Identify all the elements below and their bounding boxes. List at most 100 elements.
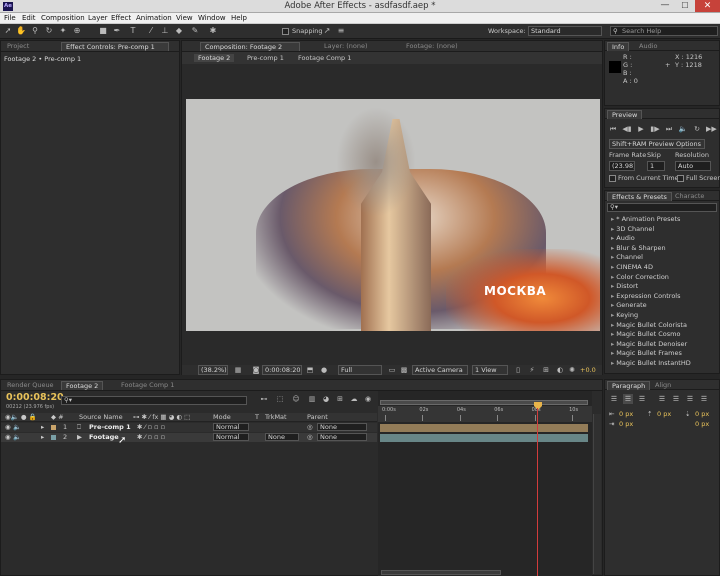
layer-trkmat-select[interactable]: None [265, 433, 299, 441]
justify-center-icon[interactable]: ☰ [671, 394, 681, 404]
time-ruler[interactable]: 0:00s02s04s06s08s10s [378, 406, 592, 422]
full-screen-checkbox[interactable] [677, 175, 684, 182]
pan-behind-tool-icon[interactable]: ⊕ [72, 26, 82, 36]
comp-viewer[interactable]: МОСКВА [186, 99, 600, 331]
loop-icon[interactable]: ↻ [692, 124, 702, 134]
layer-row[interactable]: ◉ 🔈 ▸ 1 ⎕ Pre-comp 1 ✱ ⁄ ▫ ▫ ▫ Normal ◎ None [1, 423, 377, 432]
indent-left-value[interactable]: 0 px [619, 410, 633, 419]
effect-category-item[interactable]: ▸ CINEMA 4D [611, 263, 653, 273]
tab-paragraph[interactable]: Paragraph [607, 381, 651, 390]
first-frame-icon[interactable]: ⏮ [608, 124, 618, 134]
snap-lines-icon[interactable]: ≡ [336, 26, 346, 36]
first-line-value[interactable]: 0 px [657, 410, 671, 419]
expand-triangle-icon[interactable]: ▸ [611, 340, 614, 348]
brainstorm-icon[interactable]: ◉ [363, 394, 373, 404]
justify-all-icon[interactable]: ☰ [699, 394, 709, 404]
selection-tool-icon[interactable]: ➚ [3, 26, 13, 36]
space-after-value[interactable]: 0 px [695, 420, 709, 429]
indent-right-value[interactable]: 0 px [619, 420, 633, 429]
snapshot-camera-icon[interactable]: ◙ [252, 365, 260, 375]
tab-composition[interactable]: Composition: Footage 2 [200, 42, 300, 51]
graph-editor-icon[interactable]: ⊞ [335, 394, 345, 404]
from-current-checkbox[interactable] [609, 175, 616, 182]
expand-triangle-icon[interactable]: ▸ [611, 263, 614, 271]
tab-footage[interactable]: Footage: (none) [402, 42, 462, 51]
audio-speaker-icon[interactable]: 🔈 [13, 433, 21, 442]
rotate-tool-icon[interactable]: ↻ [44, 26, 54, 36]
effect-category-item[interactable]: ▸ Blur & Sharpen [611, 244, 666, 254]
label-color-swatch[interactable] [51, 435, 56, 440]
frame-blending-icon[interactable]: ▥ [307, 394, 317, 404]
justify-left-icon[interactable]: ☰ [657, 394, 667, 404]
minimize-button[interactable]: — [655, 0, 675, 12]
expand-layer-icon[interactable]: ▸ [41, 423, 44, 432]
camera-tool-icon[interactable]: ✦ [58, 26, 68, 36]
grid-toggle-icon[interactable]: ▦ [234, 365, 242, 375]
effect-category-item[interactable]: ▸ * Animation Presets [611, 215, 680, 225]
zoom-tool-icon[interactable]: ⚲ [30, 26, 40, 36]
expand-triangle-icon[interactable]: ▸ [611, 234, 614, 242]
expand-triangle-icon[interactable]: ▸ [611, 301, 614, 309]
pickwhip-icon[interactable]: ◎ [307, 433, 313, 442]
timeline-search-field[interactable]: ⚲▾ [61, 396, 247, 405]
pickwhip-icon[interactable]: ◎ [307, 423, 313, 432]
brush-tool-icon[interactable]: ⁄ [146, 26, 156, 36]
timeline-timecode[interactable]: 0:00:08:20 [6, 392, 64, 403]
prev-frame-icon[interactable]: ◀▮ [622, 124, 632, 134]
align-left-icon[interactable]: ☰ [609, 394, 619, 404]
snap-options-icon[interactable]: ↗ [322, 26, 332, 36]
visibility-eye-icon[interactable]: ◉ [5, 423, 11, 432]
tab-audio[interactable]: Audio [635, 42, 661, 51]
menu-composition[interactable]: Composition [41, 14, 85, 22]
play-icon[interactable]: ▶ [636, 124, 646, 134]
region-interest-icon[interactable]: ▭ [388, 365, 396, 375]
ram-preview-icon[interactable]: ▶▶ [706, 124, 717, 134]
expand-triangle-icon[interactable]: ▸ [611, 225, 614, 233]
expand-triangle-icon[interactable]: ▸ [611, 330, 614, 338]
frame-rate-field[interactable]: (23.98) [609, 161, 635, 171]
effect-category-item[interactable]: ▸ Magic Bullet Denoiser [611, 340, 687, 350]
layer-mode-select[interactable]: Normal [213, 423, 249, 431]
tab-info[interactable]: Info [607, 42, 630, 51]
toggle-pixel-icon[interactable]: ▯ [514, 365, 522, 375]
skip-field[interactable]: 1 [647, 161, 665, 171]
layer-switch-icons[interactable]: ✱ ⁄ ▫ ▫ ▫ [137, 433, 165, 442]
expand-triangle-icon[interactable]: ▸ [611, 359, 614, 367]
layer-row[interactable]: ◉ 🔈 ▸ 2 ▶ Footage ✱ ⁄ ▫ ▫ ▫ Normal None ◎ None [1, 433, 377, 442]
tab-preview[interactable]: Preview [607, 110, 643, 119]
align-center-icon[interactable]: ☰ [623, 394, 633, 404]
exposure-icon[interactable]: ✺ [568, 365, 576, 375]
menu-file[interactable]: File [4, 14, 16, 22]
exposure-value[interactable]: +0.0 [580, 366, 596, 374]
last-frame-icon[interactable]: ⏭ [664, 124, 674, 134]
camera-select[interactable]: Active Camera [412, 365, 468, 375]
search-help-field[interactable]: ⚲ Search Help [610, 26, 718, 36]
fast-preview-icon[interactable]: ⚡ [528, 365, 536, 375]
roto-brush-tool-icon[interactable]: ✎ [190, 26, 200, 36]
label-color-swatch[interactable] [51, 425, 56, 430]
menu-animation[interactable]: Animation [136, 14, 172, 22]
tab-footage-2[interactable]: Footage 2 [61, 381, 104, 390]
effects-search-field[interactable]: ⚲▾ [607, 203, 717, 212]
layer-parent-select[interactable]: None [317, 433, 367, 441]
effect-category-item[interactable]: ▸ Expression Controls [611, 292, 681, 302]
layer-parent-select[interactable]: None [317, 423, 367, 431]
effect-category-item[interactable]: ▸ Keying [611, 311, 638, 321]
col-source-name[interactable]: Source Name [79, 413, 123, 421]
col-mode[interactable]: Mode [213, 413, 231, 421]
effect-category-item[interactable]: ▸ Audio [611, 234, 635, 244]
col-parent[interactable]: Parent [307, 413, 328, 421]
tab-effects-presets[interactable]: Effects & Presets [607, 192, 672, 201]
type-tool-icon[interactable]: T [128, 26, 138, 36]
tab-project[interactable]: Project [3, 42, 33, 51]
expand-triangle-icon[interactable]: ▸ [611, 292, 614, 300]
resolution-select[interactable]: Full [338, 365, 382, 375]
crumb-footage-comp-1[interactable]: Footage Comp 1 [298, 54, 351, 62]
eraser-tool-icon[interactable]: ◆ [174, 26, 184, 36]
tab-layer[interactable]: Layer: (none) [320, 42, 372, 51]
effect-category-item[interactable]: ▸ Channel [611, 253, 643, 263]
current-time-display[interactable]: 0:00:08:20 [262, 365, 302, 375]
expand-triangle-icon[interactable]: ▸ [611, 321, 614, 329]
col-trkmat[interactable]: TrkMat [265, 413, 287, 421]
workspace-select[interactable]: Standard [528, 26, 602, 36]
